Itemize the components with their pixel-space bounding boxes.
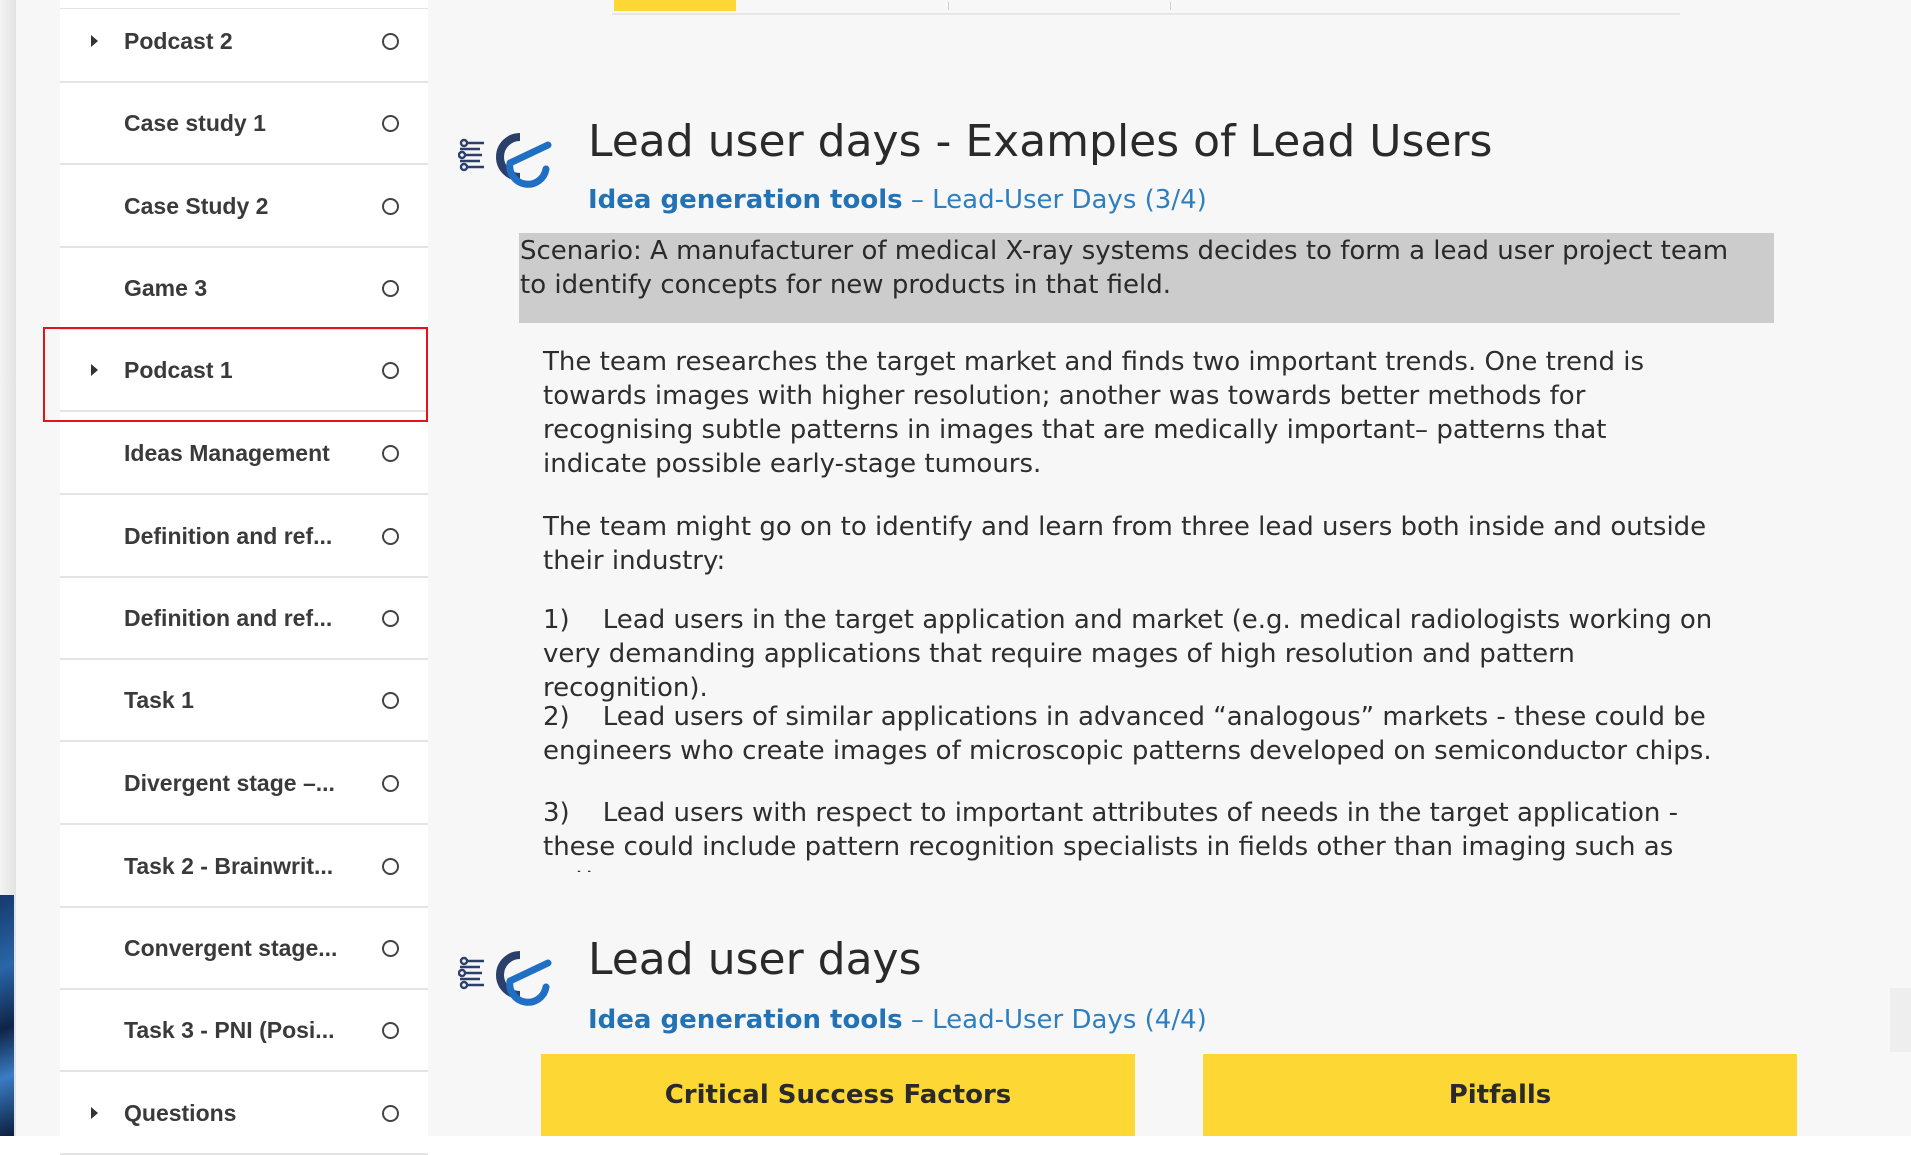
- sidebar-item[interactable]: Case Study 2: [60, 166, 428, 248]
- circle-outline-icon: [382, 197, 399, 215]
- pitfalls-card[interactable]: Pitfalls: [1203, 1054, 1797, 1136]
- list-item: 2) Lead users of similar applications in…: [543, 702, 1712, 766]
- course-sidebar: Podcast 2 Case study 1 Case Study 2 Game 3 P…: [60, 8, 428, 1155]
- side-scroll-tab[interactable]: [1890, 988, 1911, 1052]
- sidebar-item[interactable]: Game 3: [60, 248, 428, 330]
- sidebar-item[interactable]: Case study 1: [60, 83, 428, 165]
- sidebar-item[interactable]: Task 2 - Brainwrit...: [60, 826, 428, 908]
- ce-logo-icon: [458, 133, 552, 188]
- sidebar-item[interactable]: Task 1: [60, 660, 428, 742]
- sidebar-item[interactable]: Task 3 - PNI (Posi...: [60, 990, 428, 1072]
- subtitle-detail: – Lead-User Days (3/4): [902, 185, 1207, 215]
- ce-logo-icon: [458, 951, 552, 1006]
- section-title: Lead user days: [588, 934, 922, 985]
- section-subtitle: Idea generation tools – Lead-User Days (…: [588, 185, 1207, 215]
- circle-outline-icon: [382, 1021, 399, 1039]
- subtitle-detail: – Lead-User Days (4/4): [902, 1005, 1207, 1035]
- caret-right-icon[interactable]: [91, 1107, 98, 1119]
- circle-outline-icon: [382, 939, 399, 957]
- sidebar-item-label: Convergent stage...: [124, 934, 338, 961]
- sidebar-item-label: Ideas Management: [124, 439, 330, 466]
- sidebar-item[interactable]: Divergent stage –...: [60, 743, 428, 825]
- circle-outline-icon: [382, 361, 399, 379]
- sidebar-item-label: Definition and ref...: [124, 522, 333, 549]
- circle-outline-icon: [382, 857, 399, 875]
- paragraph: The team might go on to identify and lea…: [543, 512, 1707, 576]
- paragraph: The team researches the target market an…: [543, 347, 1645, 479]
- sidebar-item[interactable]: Podcast 1: [60, 330, 428, 412]
- circle-outline-icon: [382, 609, 399, 627]
- active-tab-indicator[interactable]: [614, 0, 736, 11]
- sidebar-item[interactable]: Convergent stage...: [60, 908, 428, 990]
- list-item: 1) Lead users in the target application …: [543, 605, 1713, 703]
- sidebar-item[interactable]: Podcast 2: [60, 1, 428, 83]
- sidebar-item[interactable]: Questions: [60, 1073, 428, 1155]
- section-title: Lead user days - Examples of Lead Users: [588, 116, 1493, 167]
- circle-outline-icon: [382, 444, 399, 462]
- top-tab-bar: [612, 0, 1680, 15]
- critical-success-factors-card[interactable]: Critical Success Factors: [541, 1054, 1135, 1136]
- sidebar-item-label: Podcast 2: [124, 27, 233, 54]
- sidebar-item-label: Case study 1: [124, 109, 266, 136]
- list-item: 3) Lead users with respect to important …: [543, 798, 1679, 872]
- circle-outline-icon: [382, 1104, 399, 1122]
- caret-right-icon[interactable]: [91, 35, 98, 47]
- sidebar-item-label: Case Study 2: [124, 192, 269, 219]
- sidebar-item[interactable]: Definition and ref...: [60, 496, 428, 578]
- subtitle-category[interactable]: Idea generation tools: [588, 1005, 903, 1035]
- circle-outline-icon: [382, 32, 399, 50]
- circle-outline-icon: [382, 774, 399, 792]
- sidebar-item[interactable]: Ideas Management: [60, 413, 428, 495]
- sidebar-item-label: Questions: [124, 1099, 237, 1126]
- sidebar-item-label: Task 1: [124, 686, 194, 713]
- sidebar-item-label: Divergent stage –...: [124, 769, 335, 796]
- sidebar-item-label: Game 3: [124, 274, 208, 301]
- sidebar-item-label: Task 2 - Brainwrit...: [124, 852, 334, 879]
- sidebar-item-label: Definition and ref...: [124, 604, 333, 631]
- circle-outline-icon: [382, 691, 399, 709]
- scenario-text: Scenario: A manufacturer of medical X-ra…: [520, 236, 1729, 300]
- circle-outline-icon: [382, 114, 399, 132]
- subtitle-category[interactable]: Idea generation tools: [588, 185, 903, 215]
- caret-right-icon[interactable]: [91, 364, 98, 376]
- background-image-strip: [0, 895, 14, 1136]
- circle-outline-icon: [382, 279, 399, 297]
- sidebar-item-label: Podcast 1: [124, 356, 233, 383]
- tab-separator: [1170, 2, 1171, 10]
- section-subtitle: Idea generation tools – Lead-User Days (…: [588, 1005, 1207, 1035]
- sidebar-item[interactable]: Definition and ref...: [60, 578, 428, 660]
- circle-outline-icon: [382, 527, 399, 545]
- sidebar-item-label: Task 3 - PNI (Posi...: [124, 1016, 335, 1043]
- sidebar-gutter: [16, 0, 60, 1136]
- tab-separator: [948, 2, 949, 10]
